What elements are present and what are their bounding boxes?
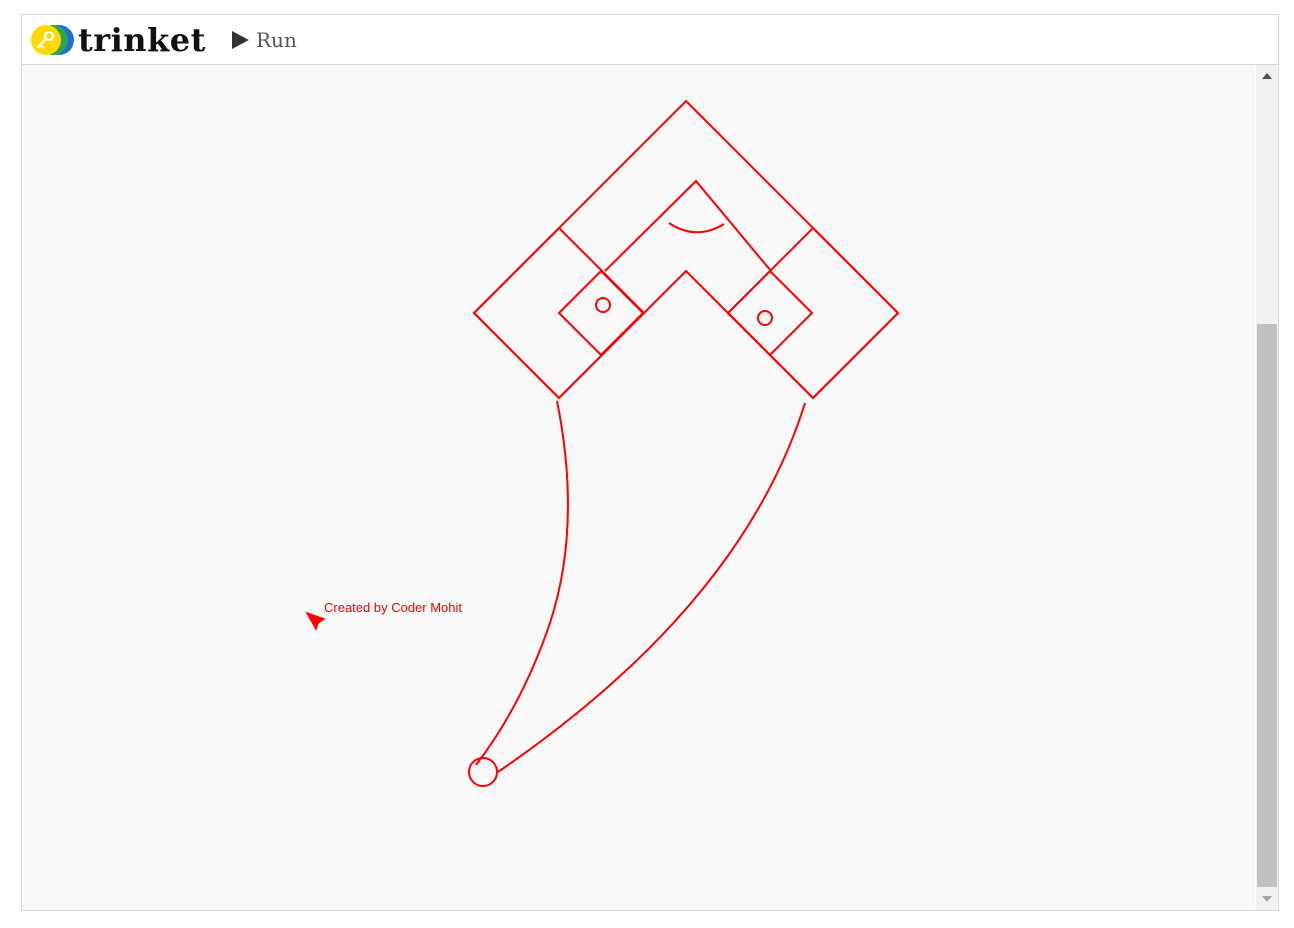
tail-circle (468, 757, 498, 787)
trinket-embed-frame: trinket Run Created by Coder Mohit (21, 14, 1279, 911)
scroll-up-arrow-icon[interactable] (1256, 67, 1278, 85)
run-button[interactable]: Run (230, 25, 297, 55)
scroll-down-arrow-icon[interactable] (1256, 890, 1278, 908)
trinket-logo[interactable]: trinket (30, 22, 206, 58)
turtle-canvas[interactable]: Created by Coder Mohit (22, 65, 1255, 910)
toolbar: trinket Run (22, 15, 1278, 65)
tail-right-curve (497, 402, 806, 773)
left-inner-diamond (557, 269, 645, 357)
play-icon (232, 31, 249, 49)
run-label: Run (256, 28, 297, 52)
inner-roof (604, 179, 772, 272)
credit-text: Created by Coder Mohit (324, 600, 462, 615)
smile-arc (668, 222, 725, 234)
left-eye-circle (595, 297, 611, 313)
scroll-thumb[interactable] (1257, 324, 1277, 887)
right-eye-circle (757, 310, 773, 326)
tail-left-curve (475, 400, 569, 766)
trinket-key-icon (31, 25, 74, 55)
vertical-scrollbar[interactable] (1256, 65, 1278, 910)
turtle-drawing: Created by Coder Mohit (305, 99, 900, 787)
logo-text: trinket (78, 21, 206, 59)
turtle-arrow-icon (305, 611, 326, 631)
